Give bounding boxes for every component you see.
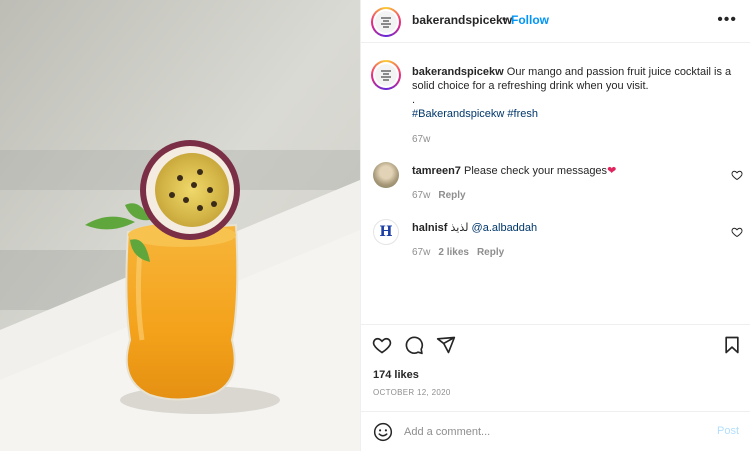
comment-meta: 67w 2 likes Reply (412, 247, 504, 258)
post-dialog: bakerandspicekw • Follow ••• bakerandspi… (0, 0, 750, 451)
emoji-smiley-icon[interactable] (373, 422, 393, 442)
mention-link[interactable]: @a.albaddah (472, 222, 538, 234)
post-photo[interactable] (0, 0, 360, 451)
caption-dot: . (412, 94, 416, 106)
caption-text: bakerandspicekw Our mango and passion fr… (412, 65, 732, 121)
author-username[interactable]: bakerandspicekw (412, 13, 512, 27)
hashtag-link[interactable]: #Bakerandspicekw (412, 108, 504, 120)
comment-likes[interactable]: 2 likes (438, 247, 469, 258)
comment-bubble-icon[interactable] (404, 335, 424, 355)
post-sidebar: bakerandspicekw • Follow ••• bakerandspi… (360, 0, 750, 451)
commenter-avatar[interactable]: H (373, 219, 399, 245)
hashtag-link[interactable]: #fresh (507, 108, 538, 120)
caption-time[interactable]: 67w (412, 134, 430, 145)
add-comment-input[interactable] (404, 422, 694, 442)
comment-username[interactable]: tamreen7 (412, 165, 461, 177)
comment-time[interactable]: 67w (412, 247, 430, 258)
comment-time[interactable]: 67w (412, 190, 430, 201)
juice-glass-image (0, 0, 360, 451)
bakerandspice-logo-icon (375, 11, 397, 33)
reply-button[interactable]: Reply (438, 190, 465, 201)
share-paper-plane-icon[interactable] (436, 335, 456, 355)
commenter-avatar[interactable] (373, 162, 399, 188)
follow-button[interactable]: Follow (511, 13, 549, 27)
avatar-letter: H (379, 224, 393, 240)
post-actions: 174 likes OCTOBER 12, 2020 (361, 324, 750, 411)
like-heart-icon[interactable] (372, 335, 392, 355)
more-horizontal-icon[interactable]: ••• (717, 11, 737, 29)
comment-body: Please check your messages (463, 165, 608, 177)
red-heart-emoji-icon: ❤ (607, 165, 617, 177)
comment-meta: 67w Reply (412, 190, 466, 201)
add-comment-bar: Post (361, 411, 750, 451)
post-header: bakerandspicekw • Follow ••• (361, 0, 750, 43)
header-separator: • (502, 12, 507, 26)
comments-section[interactable]: bakerandspicekw Our mango and passion fr… (361, 44, 750, 324)
reply-button[interactable]: Reply (477, 247, 504, 258)
comment-text: tamreen7 Please check your messages❤ (412, 164, 712, 178)
comment-text: halnisf لذيذ @a.albaddah (412, 221, 712, 235)
like-comment-heart-icon[interactable] (731, 226, 743, 238)
caption-avatar[interactable] (371, 60, 401, 90)
caption-username[interactable]: bakerandspicekw (412, 66, 504, 78)
comment-body: لذيذ (450, 222, 469, 234)
likes-count[interactable]: 174 likes (373, 369, 419, 381)
author-avatar[interactable] (371, 7, 401, 37)
post-comment-button[interactable]: Post (717, 425, 739, 437)
comment-username[interactable]: halnisf (412, 222, 447, 234)
bakerandspice-logo-icon (375, 64, 397, 86)
like-comment-heart-icon[interactable] (731, 169, 743, 181)
post-date[interactable]: OCTOBER 12, 2020 (373, 388, 451, 397)
save-bookmark-icon[interactable] (722, 335, 742, 355)
